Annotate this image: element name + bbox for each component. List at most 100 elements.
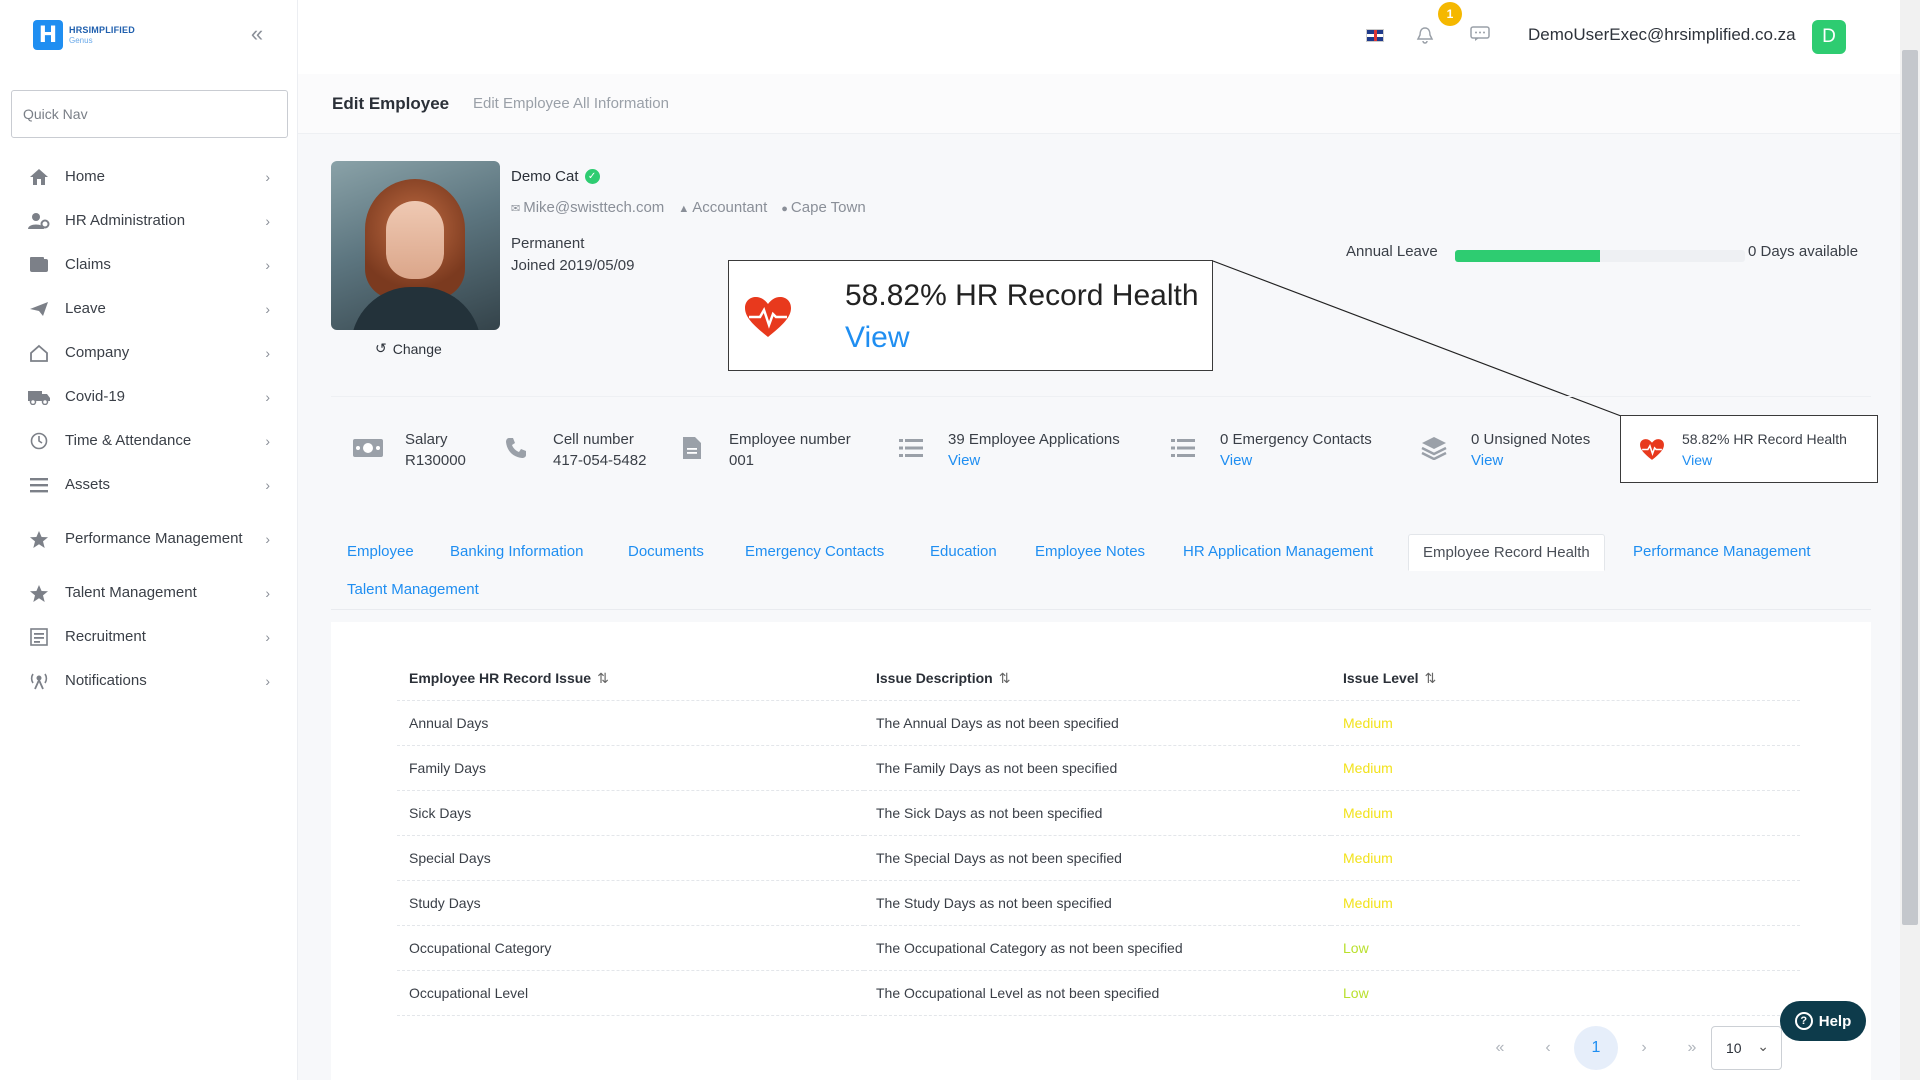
tab-documents[interactable]: Documents [628, 543, 704, 560]
sort-icon[interactable]: ⇅ [597, 670, 609, 686]
chevron-right-icon: › [265, 477, 270, 493]
stat-employee-number: Employee number 001 [675, 429, 851, 471]
sort-icon[interactable]: ⇅ [1425, 670, 1437, 686]
sidebar-item-hr-administration[interactable]: HR Administration › [0, 199, 298, 243]
chevron-right-icon: › [265, 629, 270, 645]
change-photo-button[interactable]: ↺ Change [375, 340, 442, 357]
table-row[interactable]: Occupational Category The Occupational C… [397, 925, 1800, 971]
page-size-select[interactable]: 10 ⌄ [1711, 1026, 1782, 1070]
brand-name: HRSIMPLIFIED [69, 24, 135, 35]
tab-hr-application-management[interactable]: HR Application Management [1183, 543, 1373, 560]
page-header: Edit Employee Edit Employee All Informat… [298, 74, 1900, 134]
annual-leave-bar [1455, 250, 1745, 262]
sidebar-item-home[interactable]: Home › [0, 155, 298, 199]
unsigned-notes-view-link[interactable]: View [1471, 450, 1590, 471]
table-row[interactable]: Family Days The Family Days as not been … [397, 745, 1800, 791]
list-icon [1166, 431, 1200, 465]
employee-meta: ✉ Mike@swisttech.com ▲ Accountant ● Cape To… [511, 199, 866, 216]
table-row[interactable]: Study Days The Study Days as not been sp… [397, 880, 1800, 926]
lock-icon: ▲ [678, 203, 690, 215]
chat-icon[interactable] [1470, 26, 1490, 47]
issue-level: Medium [1331, 835, 1800, 881]
phone-icon [499, 431, 533, 465]
column-header-issue[interactable]: Employee HR Record Issue ⇅ [397, 658, 864, 701]
annual-leave-bar-fill [1455, 250, 1600, 262]
emergency-contacts-view-link[interactable]: View [1220, 450, 1372, 471]
pagination: « ‹ 1 › » [1478, 1026, 1718, 1070]
column-header-description[interactable]: Issue Description ⇅ [864, 658, 1331, 701]
employment-type: Permanent [511, 235, 585, 252]
tab-employee-notes[interactable]: Employee Notes [1035, 543, 1145, 560]
chevron-right-icon: › [265, 585, 270, 601]
applications-view-link[interactable]: View [948, 450, 1120, 471]
collapse-sidebar-button[interactable]: « [246, 23, 268, 46]
tab-employee-record-health[interactable]: Employee Record Health [1408, 534, 1605, 571]
page-title: Edit Employee [332, 94, 450, 113]
broadcast-icon [28, 670, 50, 692]
sidebar-item-notifications[interactable]: Notifications › [0, 659, 298, 703]
uk-flag-icon[interactable] [1366, 29, 1384, 42]
sidebar-item-leave[interactable]: Leave › [0, 287, 298, 331]
quick-nav-input[interactable] [11, 90, 288, 138]
sidebar-item-covid-19[interactable]: Covid-19 › [0, 375, 298, 419]
undo-icon: ↺ [375, 340, 387, 356]
employee-photo [331, 161, 500, 330]
sidebar-item-time-attendance[interactable]: Time & Attendance › [0, 419, 298, 463]
bell-icon[interactable] [1416, 26, 1434, 49]
notification-count-badge[interactable]: 1 [1438, 2, 1462, 26]
tab-employee[interactable]: Employee [347, 543, 414, 560]
sort-icon[interactable]: ⇅ [999, 670, 1011, 686]
issue-level: Medium [1331, 745, 1800, 791]
tab-education[interactable]: Education [930, 543, 997, 560]
column-header-level[interactable]: Issue Level ⇅ [1331, 658, 1800, 701]
sidebar-item-talent-management[interactable]: Talent Management › [0, 571, 298, 615]
stat-hr-record-health: 58.82% HR Record Health View [1620, 415, 1878, 483]
user-email[interactable]: DemoUserExec@hrsimplified.co.za [1528, 25, 1796, 45]
tab-performance-management[interactable]: Performance Management [1633, 543, 1811, 560]
record-health-table: Employee HR Record Issue ⇅ Issue Descript… [397, 658, 1800, 1016]
tabs-divider [331, 609, 1871, 610]
chevron-right-icon: › [265, 213, 270, 229]
table-row[interactable]: Occupational Level The Occupational Leve… [397, 970, 1800, 1016]
sidebar-item-company[interactable]: Company › [0, 331, 298, 375]
next-page-button[interactable]: › [1622, 1026, 1666, 1070]
sidebar-item-recruitment[interactable]: Recruitment › [0, 615, 298, 659]
page-1-button[interactable]: 1 [1574, 1026, 1618, 1070]
issue-level: Medium [1331, 700, 1800, 746]
table-row[interactable]: Special Days The Special Days as not bee… [397, 835, 1800, 881]
user-avatar[interactable]: D [1812, 20, 1846, 54]
first-page-button[interactable]: « [1478, 1026, 1522, 1070]
tab-banking-information[interactable]: Banking Information [450, 543, 583, 560]
salary-value: R130000 [405, 452, 466, 469]
map-pin-icon: ● [781, 203, 788, 215]
table-row[interactable]: Annual Days The Annual Days as not been … [397, 700, 1800, 746]
record-health-table-panel: Employee HR Record Issue ⇅ Issue Descript… [331, 622, 1871, 1080]
heartbeat-icon [745, 297, 791, 337]
employee-email: ✉ Mike@swisttech.com [511, 199, 665, 216]
brand-logo[interactable]: H HRSIMPLIFIED Genus [33, 20, 135, 50]
list-icon [28, 474, 50, 496]
prev-page-button[interactable]: ‹ [1526, 1026, 1570, 1070]
logo-mark: H [33, 20, 63, 50]
envelope-icon: ✉ [511, 203, 521, 215]
star-icon [28, 582, 50, 604]
scrollbar-thumb[interactable] [1902, 50, 1918, 925]
last-page-button[interactable]: » [1670, 1026, 1714, 1070]
sidebar-item-assets[interactable]: Assets › [0, 463, 298, 507]
sidebar-item-claims[interactable]: Claims › [0, 243, 298, 287]
sidebar-item-performance-management[interactable]: Performance Management › [0, 507, 298, 571]
tab-talent-management[interactable]: Talent Management [347, 581, 479, 598]
table-row[interactable]: Sick Days The Sick Days as not been spec… [397, 790, 1800, 836]
issue-level: Medium [1331, 880, 1800, 926]
paper-plane-icon [28, 298, 50, 320]
employee-position: ▲ Accountant [678, 199, 768, 216]
top-bar: 1 DemoUserExec@hrsimplified.co.za D [298, 0, 1900, 74]
sidebar: H HRSIMPLIFIED Genus « Home › HR Adminis… [0, 0, 298, 1080]
help-button[interactable]: ? Help [1780, 1001, 1866, 1041]
health-callout-view-link[interactable]: View [845, 321, 909, 355]
chevron-right-icon: › [265, 257, 270, 273]
stat-emergency-contacts: 0 Emergency Contacts View [1166, 429, 1372, 471]
hr-record-health-view-link[interactable]: View [1682, 450, 1847, 471]
tab-emergency-contacts[interactable]: Emergency Contacts [745, 543, 884, 560]
chevron-right-icon: › [265, 301, 270, 317]
